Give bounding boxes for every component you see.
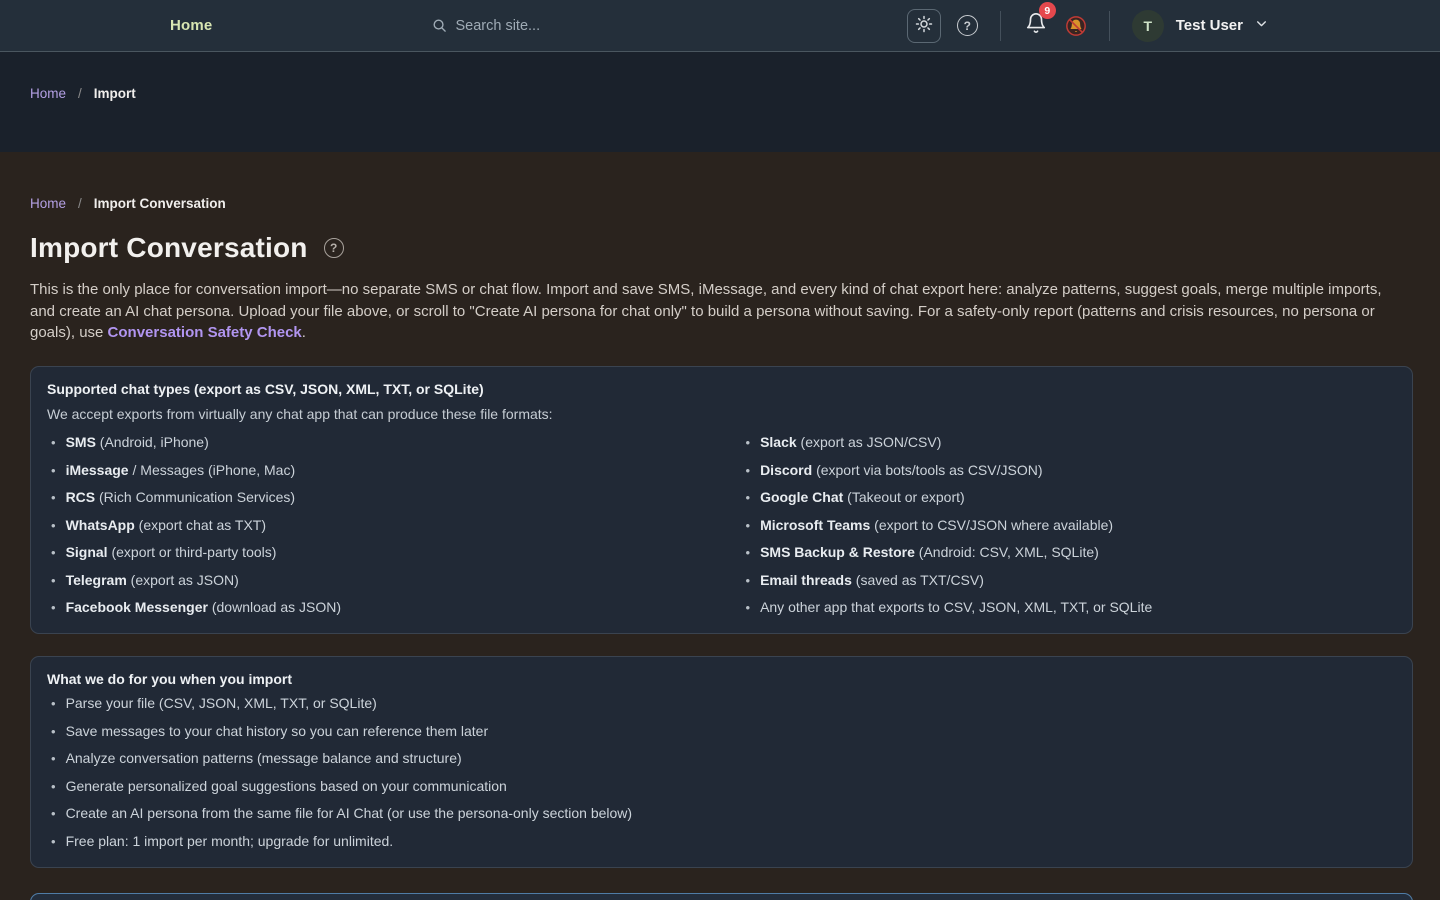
breadcrumb-current: Import — [94, 86, 136, 101]
breadcrumb-home-link[interactable]: Home — [30, 196, 66, 211]
page-title: Import Conversation — [30, 232, 308, 264]
list-item: Save messages to your chat history so yo… — [47, 720, 1396, 743]
list-item: WhatsApp (export chat as TXT) — [47, 514, 702, 537]
breadcrumb-separator: / — [78, 196, 82, 211]
breadcrumb-home-link[interactable]: Home — [30, 86, 66, 101]
user-name: Test User — [1176, 17, 1243, 34]
list-item: Any other app that exports to CSV, JSON,… — [742, 596, 1397, 619]
breadcrumb-separator: / — [78, 86, 82, 101]
list-item: Signal (export or third-party tools) — [47, 541, 702, 564]
nav-right-group: ? 9 T Test User — [907, 9, 1268, 43]
list-item: Slack (export as JSON/CSV) — [742, 431, 1397, 454]
list-item: Discord (export via bots/tools as CSV/JS… — [742, 459, 1397, 482]
bell-muted-icon[interactable] — [1065, 15, 1087, 37]
card-title: Supported chat types (export as CSV, JSO… — [47, 381, 1396, 397]
chevron-down-icon — [1255, 17, 1268, 35]
search-input[interactable] — [455, 18, 675, 34]
breadcrumb-current: Import Conversation — [94, 196, 226, 211]
card-title: What we do for you when you import — [47, 671, 1396, 687]
theme-toggle-button[interactable] — [907, 9, 941, 43]
list-item: Google Chat (Takeout or export) — [742, 486, 1397, 509]
list-item: Microsoft Teams (export to CSV/JSON wher… — [742, 514, 1397, 537]
bell-icon — [1025, 21, 1047, 38]
user-menu[interactable]: T Test User — [1132, 10, 1268, 42]
list-item: SMS (Android, iPhone) — [47, 431, 702, 454]
supported-left-list: SMS (Android, iPhone) iMessage / Message… — [47, 427, 702, 620]
notifications-button[interactable]: 9 — [1023, 10, 1049, 41]
what-we-do-card: What we do for you when you import Parse… — [30, 656, 1413, 868]
conversation-safety-check-link[interactable]: Conversation Safety Check — [108, 324, 302, 341]
list-item: Telegram (export as JSON) — [47, 569, 702, 592]
safe-chat-storage-card: Use imports in Safe Chat Storage and wiz… — [30, 893, 1413, 900]
card-subtitle: We accept exports from virtually any cha… — [47, 406, 1396, 422]
what-we-do-list: Parse your file (CSV, JSON, XML, TXT, or… — [47, 692, 1396, 853]
nav-divider — [1109, 11, 1110, 41]
breadcrumb-band: Home / Import — [0, 52, 1440, 152]
top-navigation: Home ? — [0, 0, 1440, 52]
list-item: Parse your file (CSV, JSON, XML, TXT, or… — [47, 692, 1396, 715]
list-item: SMS Backup & Restore (Android: CSV, XML,… — [742, 541, 1397, 564]
list-item: Generate personalized goal suggestions b… — [47, 775, 1396, 798]
nav-divider — [1000, 11, 1001, 41]
search-icon — [432, 18, 447, 33]
list-item: RCS (Rich Communication Services) — [47, 486, 702, 509]
intro-paragraph: This is the only place for conversation … — [30, 279, 1398, 344]
supported-right-list: Slack (export as JSON/CSV) Discord (expo… — [742, 427, 1397, 620]
main-content: Home / Import Conversation Import Conver… — [0, 152, 1440, 900]
list-item: Create an AI persona from the same file … — [47, 802, 1396, 825]
page-breadcrumb: Home / Import Conversation — [30, 196, 1413, 211]
help-circle-icon[interactable]: ? — [957, 15, 978, 36]
list-item: iMessage / Messages (iPhone, Mac) — [47, 459, 702, 482]
intro-text-after: . — [302, 324, 306, 341]
list-item: Email threads (saved as TXT/CSV) — [742, 569, 1397, 592]
supported-chat-types-card: Supported chat types (export as CSV, JSO… — [30, 366, 1413, 635]
list-item: Free plan: 1 import per month; upgrade f… — [47, 830, 1396, 853]
avatar: T — [1132, 10, 1164, 42]
sun-icon — [915, 15, 933, 36]
notification-badge: 9 — [1039, 2, 1056, 19]
list-item: Analyze conversation patterns (message b… — [47, 747, 1396, 770]
nav-home-link[interactable]: Home — [170, 17, 212, 34]
breadcrumb: Home / Import — [30, 86, 1410, 101]
list-item: Facebook Messenger (download as JSON) — [47, 596, 702, 619]
page-help-icon[interactable]: ? — [324, 238, 344, 258]
site-search[interactable] — [432, 18, 675, 34]
